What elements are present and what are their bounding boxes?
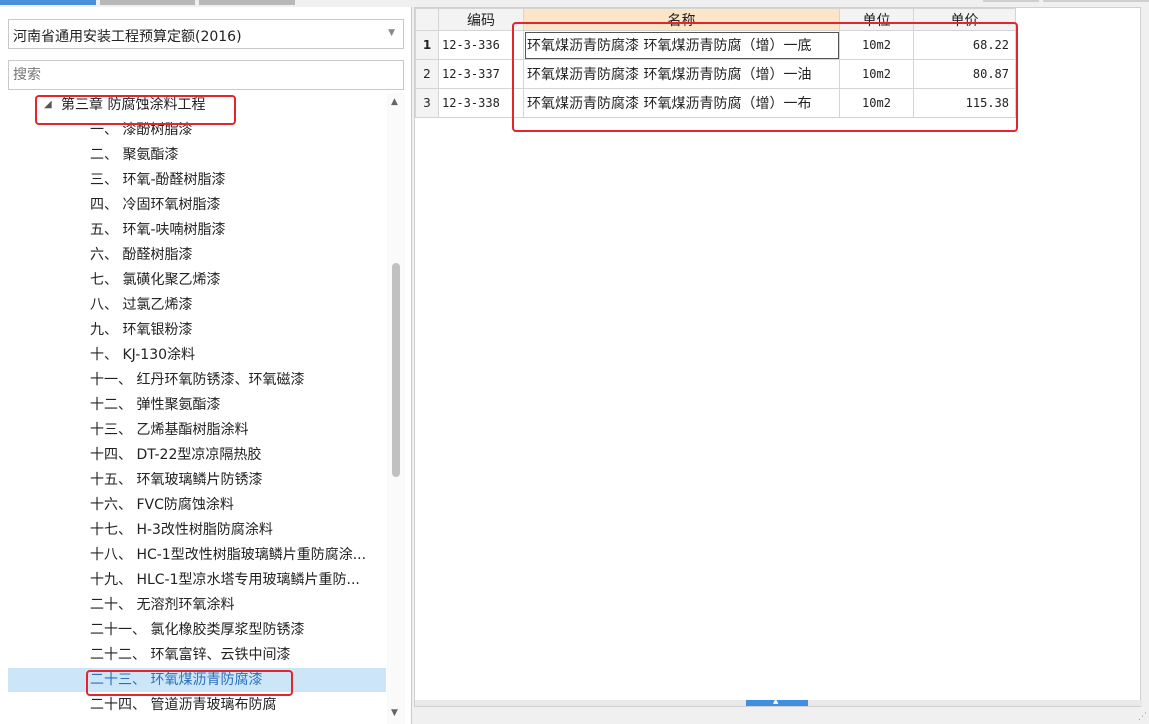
tree-item-label: 二十三、 环氧煤沥青防腐漆 bbox=[90, 672, 263, 688]
row-number: 2 bbox=[415, 59, 439, 89]
tree-item[interactable]: 七、 氯磺化聚乙烯漆 bbox=[8, 268, 386, 292]
quota-library-value: 河南省通用安装工程预算定额(2016) bbox=[13, 29, 242, 45]
tree-item[interactable]: 十五、 环氧玻璃鳞片防锈漆 bbox=[8, 468, 386, 492]
tab-3[interactable] bbox=[199, 0, 295, 5]
row-name[interactable]: 环氧煤沥青防腐漆 环氧煤沥青防腐（增）一布 bbox=[523, 88, 840, 118]
tree-item-label: 六、 酚醛树脂漆 bbox=[90, 247, 193, 263]
tree-item[interactable]: 十八、 HC-1型改性树脂玻璃鳞片重防腐涂... bbox=[8, 543, 386, 567]
tree-item-label: 十八、 HC-1型改性树脂玻璃鳞片重防腐涂... bbox=[90, 547, 367, 563]
resize-grip-icon[interactable]: ⋰ bbox=[1138, 712, 1147, 722]
header-name[interactable]: 名称 bbox=[523, 8, 840, 31]
tree-item-label: 二十二、 环氧富锌、云铁中间漆 bbox=[90, 647, 291, 663]
tree-item[interactable]: 十三、 乙烯基酯树脂涂料 bbox=[8, 418, 386, 442]
tree-item[interactable]: 十、 KJ-130涂料 bbox=[8, 343, 386, 367]
tree-item-label: 四、 冷固环氧树脂漆 bbox=[90, 197, 221, 213]
tree-item-label: 七、 氯磺化聚乙烯漆 bbox=[90, 272, 221, 288]
header-unit[interactable]: 单位 bbox=[839, 8, 914, 31]
tree-item[interactable]: 八、 过氯乙烯漆 bbox=[8, 293, 386, 317]
tree-item-label: 二十四、 管道沥青玻璃布防腐 bbox=[90, 697, 277, 713]
header-code[interactable]: 编码 bbox=[438, 8, 524, 31]
tree-item[interactable]: 十四、 DT-22型凉凉隔热胶 bbox=[8, 443, 386, 467]
tree-item[interactable]: 二十一、 氯化橡胶类厚浆型防锈漆 bbox=[8, 618, 386, 642]
tree-item[interactable]: 十二、 弹性聚氨酯漆 bbox=[8, 393, 386, 417]
tab-2[interactable] bbox=[100, 0, 195, 5]
tree-item[interactable]: 九、 环氧银粉漆 bbox=[8, 318, 386, 342]
quota-grid: 编码 名称 单位 单价 1 12-3-336 环氧煤沥青防腐漆 环氧煤沥青防腐（… bbox=[415, 8, 1016, 118]
table-row[interactable]: 3 12-3-338 环氧煤沥青防腐漆 环氧煤沥青防腐（增）一布 10m2 11… bbox=[415, 88, 1016, 118]
row-unit[interactable]: 10m2 bbox=[839, 88, 914, 118]
caret-up-icon: ▲ bbox=[773, 697, 779, 705]
quota-tree-panel: 河南省通用安装工程预算定额(2016) ▼ ◢ 第三章 防腐蚀涂料工程 一、 漆… bbox=[0, 7, 412, 724]
chapter-tree: ◢ 第三章 防腐蚀涂料工程 一、 漆酚树脂漆 二、 聚氨酯漆三、 环氧-酚醛树脂漆… bbox=[8, 93, 386, 724]
scroll-down-icon[interactable]: ▼ bbox=[391, 708, 398, 718]
scrollbar-thumb[interactable] bbox=[392, 263, 400, 477]
tree-item-label: 三、 环氧-酚醛树脂漆 bbox=[90, 172, 226, 188]
tree-item-label: 十四、 DT-22型凉凉隔热胶 bbox=[90, 447, 262, 463]
tree-item-label: 八、 过氯乙烯漆 bbox=[90, 297, 193, 313]
row-name[interactable]: 环氧煤沥青防腐漆 环氧煤沥青防腐（增）一油 bbox=[523, 59, 840, 89]
tree-item-label: 一、 漆酚树脂漆 bbox=[90, 122, 193, 138]
quota-library-select[interactable]: 河南省通用安装工程预算定额(2016) ▼ bbox=[8, 19, 404, 49]
table-row[interactable]: 1 12-3-336 环氧煤沥青防腐漆 环氧煤沥青防腐（增）一底 10m2 68… bbox=[415, 30, 1016, 60]
tree-item[interactable]: 一、 漆酚树脂漆 bbox=[8, 118, 386, 142]
tree-item[interactable]: 二十二、 环氧富锌、云铁中间漆 bbox=[8, 643, 386, 667]
row-number: 1 bbox=[415, 30, 439, 60]
tree-item-label: 二十、 无溶剂环氧涂料 bbox=[90, 597, 235, 613]
tree-item-label: 二十一、 氯化橡胶类厚浆型防锈漆 bbox=[90, 622, 305, 638]
tree-item[interactable]: 十六、 FVC防腐蚀涂料 bbox=[8, 493, 386, 517]
row-name[interactable]: 环氧煤沥青防腐漆 环氧煤沥青防腐（增）一底 bbox=[523, 30, 840, 60]
tree-item[interactable]: 三、 环氧-酚醛树脂漆 bbox=[8, 168, 386, 192]
tree-item-label: 十六、 FVC防腐蚀涂料 bbox=[90, 497, 234, 513]
scroll-up-icon[interactable]: ▲ bbox=[391, 97, 398, 107]
tree-item-label: 十三、 乙烯基酯树脂涂料 bbox=[90, 422, 249, 438]
tree-item[interactable]: 五、 环氧-呋喃树脂漆 bbox=[8, 218, 386, 242]
row-unit[interactable]: 10m2 bbox=[839, 30, 914, 60]
tree-item-label: 十、 KJ-130涂料 bbox=[90, 347, 196, 363]
tree-item-label: 二、 聚氨酯漆 bbox=[90, 147, 179, 163]
row-number: 3 bbox=[415, 88, 439, 118]
row-unit[interactable]: 10m2 bbox=[839, 59, 914, 89]
tree-item[interactable]: 二十三、 环氧煤沥青防腐漆 bbox=[8, 668, 386, 692]
tree-item-label: 十二、 弹性聚氨酯漆 bbox=[90, 397, 221, 413]
tree-item-label: 十五、 环氧玻璃鳞片防锈漆 bbox=[90, 472, 263, 488]
grid-header-row: 编码 名称 单位 单价 bbox=[415, 8, 1016, 31]
tree-item-label: 十七、 H-3改性树脂防腐涂料 bbox=[90, 522, 273, 538]
quota-grid-panel: 编码 名称 单位 单价 1 12-3-336 环氧煤沥青防腐漆 环氧煤沥青防腐（… bbox=[414, 7, 1142, 707]
header-price[interactable]: 单价 bbox=[913, 8, 1016, 31]
tree-item-label: 十一、 红丹环氧防锈漆、环氧磁漆 bbox=[90, 372, 305, 388]
tree-item[interactable]: 六、 酚醛树脂漆 bbox=[8, 243, 386, 267]
tab-active[interactable] bbox=[0, 0, 96, 5]
splitter-grip[interactable]: ▲ bbox=[746, 697, 808, 706]
top-control-1[interactable] bbox=[983, 0, 1039, 2]
row-price[interactable]: 68.22 bbox=[913, 30, 1016, 60]
row-price[interactable]: 115.38 bbox=[913, 88, 1016, 118]
row-code[interactable]: 12-3-337 bbox=[438, 59, 524, 89]
search-input[interactable] bbox=[8, 60, 404, 90]
header-rownum bbox=[415, 8, 439, 31]
tree-item[interactable]: 二十四、 管道沥青玻璃布防腐 bbox=[8, 693, 386, 717]
tree-item-label: 五、 环氧-呋喃树脂漆 bbox=[90, 222, 226, 238]
row-price[interactable]: 80.87 bbox=[913, 59, 1016, 89]
table-row[interactable]: 2 12-3-337 环氧煤沥青防腐漆 环氧煤沥青防腐（增）一油 10m2 80… bbox=[415, 59, 1016, 89]
top-tab-strip bbox=[0, 0, 1149, 7]
top-control-2[interactable] bbox=[1043, 0, 1149, 2]
tree-root-label: 第三章 防腐蚀涂料工程 bbox=[61, 97, 206, 113]
tree-item-label: 九、 环氧银粉漆 bbox=[90, 322, 193, 338]
tree-item[interactable]: 十九、 HLC-1型凉水塔专用玻璃鳞片重防... bbox=[8, 568, 386, 592]
tree-item-label: 十九、 HLC-1型凉水塔专用玻璃鳞片重防... bbox=[90, 572, 360, 588]
horizontal-splitter[interactable]: ▲ bbox=[415, 697, 1142, 706]
caret-down-icon[interactable]: ◢ bbox=[44, 93, 52, 117]
row-code[interactable]: 12-3-338 bbox=[438, 88, 524, 118]
tree-item[interactable]: 二、 聚氨酯漆 bbox=[8, 143, 386, 167]
tree-root-chapter-3[interactable]: ◢ 第三章 防腐蚀涂料工程 bbox=[8, 93, 386, 117]
chevron-down-icon[interactable]: ▼ bbox=[388, 28, 395, 38]
tree-item[interactable]: 四、 冷固环氧树脂漆 bbox=[8, 193, 386, 217]
tree-item[interactable]: 十一、 红丹环氧防锈漆、环氧磁漆 bbox=[8, 368, 386, 392]
tree-item[interactable]: 二十、 无溶剂环氧涂料 bbox=[8, 593, 386, 617]
row-code[interactable]: 12-3-336 bbox=[438, 30, 524, 60]
tree-scrollbar[interactable]: ▲ ▼ bbox=[387, 93, 405, 724]
tree-item[interactable]: 十七、 H-3改性树脂防腐涂料 bbox=[8, 518, 386, 542]
